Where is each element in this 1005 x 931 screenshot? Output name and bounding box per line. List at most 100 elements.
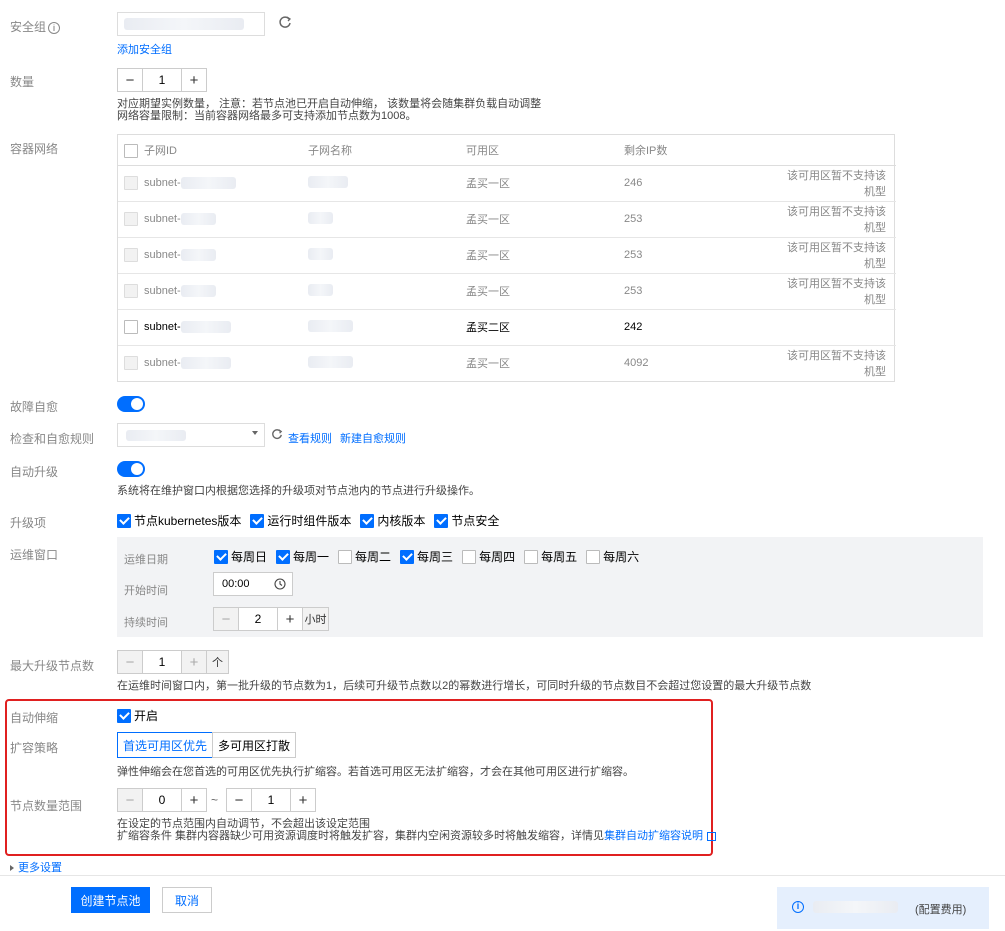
checkbox[interactable] (250, 513, 265, 528)
checkbox[interactable] (586, 549, 601, 564)
remaining-ips: 4092 (624, 357, 649, 370)
quantity-input[interactable]: 1 (142, 69, 182, 91)
table-row[interactable]: subnet- 孟买一区 253 该可用区暂不支持该机型 (118, 237, 896, 274)
checkbox[interactable] (400, 549, 415, 564)
subnet-name (308, 211, 333, 224)
auto-upgrade-hint: 系统将在维护窗口内根据您选择的升级项对节点池内的节点进行升级操作。 (117, 485, 480, 497)
checkbox[interactable] (117, 708, 131, 723)
security-group-label: 安全组 i (10, 18, 61, 35)
subnet-id: subnet- (144, 176, 181, 189)
checkbox[interactable] (434, 513, 449, 528)
zone: 孟买一区 (466, 237, 624, 274)
checkbox[interactable] (214, 549, 228, 564)
max-upgrade-stepper: − 1 + 个 (117, 650, 229, 674)
row-checkbox[interactable] (124, 320, 138, 334)
quantity-hint-2: 网络容量限制：当前容器网络最多可支持添加节点数为1008。 (117, 110, 417, 122)
day-sun[interactable]: 每周日 (214, 548, 267, 565)
refresh-icon[interactable] (271, 428, 283, 443)
quantity-minus-button[interactable]: − (118, 69, 142, 91)
scale-policy-multi-zone[interactable]: 多可用区打散 (212, 732, 296, 758)
day-tue[interactable]: 每周二 (338, 548, 391, 565)
remaining-ips: 253 (624, 201, 784, 238)
select-all-checkbox[interactable] (124, 143, 138, 158)
refresh-icon[interactable] (278, 15, 292, 32)
scale-policy-hint: 弹性伸缩会在您首选的可用区优先执行扩缩容。若首选可用区无法扩缩容，才会在其他可用… (117, 766, 634, 778)
checkbox[interactable] (276, 549, 291, 564)
node-min-input[interactable]: 0 (142, 789, 182, 811)
max-upgrade-plus-button[interactable]: + (182, 651, 206, 673)
checkbox[interactable] (524, 549, 539, 564)
upgrade-item-k8s[interactable]: 节点kubernetes版本 (117, 512, 241, 529)
autoscale-checkbox[interactable]: 开启 (117, 707, 158, 724)
range-separator: ~ (211, 793, 219, 807)
row-checkbox[interactable] (124, 176, 138, 190)
table-row[interactable]: subnet- 孟买一区 253 该可用区暂不支持该机型 (118, 201, 896, 238)
auto-upgrade-label: 自动升级 (10, 465, 59, 479)
table-row[interactable]: subnet- 孟买一区 246 该可用区暂不支持该机型 (118, 165, 896, 202)
upgrade-item-kernel[interactable]: 内核版本 (360, 512, 425, 529)
scale-policy-preferred-zone[interactable]: 首选可用区优先 (117, 732, 213, 758)
zone: 孟买一区 (466, 165, 624, 202)
duration-plus-button[interactable]: + (278, 608, 302, 630)
upgrade-item-security[interactable]: 节点安全 (434, 512, 499, 529)
view-rules-link[interactable]: 查看规则 (288, 430, 332, 446)
new-heal-rule-link[interactable]: 新建自愈规则 (340, 430, 406, 446)
checkbox[interactable] (462, 549, 477, 564)
container-network-label: 容器网络 (10, 142, 59, 156)
col-subnet-name: 子网名称 (308, 135, 466, 166)
duration-input[interactable]: 2 (238, 608, 278, 630)
zone: 孟买一区 (466, 273, 624, 310)
more-settings-toggle[interactable]: 更多设置 (10, 859, 62, 875)
subnet-id: subnet- (144, 320, 181, 333)
upgrade-item-runtime[interactable]: 运行时组件版本 (250, 512, 351, 529)
table-row[interactable]: subnet- 孟买一区 253 该可用区暂不支持该机型 (118, 273, 896, 310)
autoscale-label: 自动伸缩 (10, 711, 59, 725)
day-sat[interactable]: 每周六 (586, 548, 639, 565)
node-min-plus-button[interactable]: + (182, 789, 206, 811)
autoscale-doc-link[interactable]: 集群自动扩缩容说明 (604, 830, 703, 842)
row-checkbox[interactable] (124, 356, 138, 371)
checkbox[interactable] (360, 513, 375, 528)
security-group-select[interactable] (117, 12, 265, 36)
auto-upgrade-toggle[interactable] (117, 461, 145, 477)
subnet-name (308, 175, 348, 188)
duration-minus-button[interactable]: − (214, 608, 238, 630)
start-time-label: 开始时间 (124, 585, 168, 597)
create-node-pool-button[interactable]: 创建节点池 (71, 887, 150, 913)
checkbox[interactable] (117, 513, 131, 528)
row-checkbox[interactable] (124, 248, 138, 262)
row-note (784, 309, 896, 346)
max-upgrade-minus-button[interactable]: − (118, 651, 142, 673)
duration-label: 持续时间 (124, 617, 168, 629)
max-upgrade-input[interactable]: 1 (142, 651, 182, 673)
row-note: 该可用区暂不支持该机型 (784, 165, 896, 202)
remaining-ips: 253 (624, 237, 784, 274)
table-row[interactable]: subnet- 孟买二区 242 (118, 309, 896, 346)
checkbox[interactable] (338, 549, 353, 564)
start-time-picker[interactable]: 00:00 (213, 572, 293, 596)
row-checkbox[interactable] (124, 284, 138, 298)
heal-rule-select[interactable] (117, 423, 265, 447)
day-thu[interactable]: 每周四 (462, 548, 515, 565)
quantity-plus-button[interactable]: + (182, 69, 206, 91)
node-max-input[interactable]: 1 (251, 789, 291, 811)
node-max-plus-button[interactable]: + (291, 789, 315, 811)
node-max-minus-button[interactable]: − (227, 789, 251, 811)
info-circle-icon[interactable]: i (48, 22, 61, 34)
row-note: 该可用区暂不支持该机型 (784, 237, 896, 274)
day-fri[interactable]: 每周五 (524, 548, 577, 565)
row-note: 该可用区暂不支持该机型 (784, 273, 896, 310)
max-upgrade-hint: 在运维时间窗口内，第一批升级的节点数为1，后续可升级节点数以2的幂数进行增长，可… (117, 680, 812, 692)
self-heal-toggle[interactable] (117, 396, 145, 412)
day-mon[interactable]: 每周一 (276, 548, 329, 565)
maint-window-label: 运维窗口 (10, 548, 59, 562)
add-security-group-link[interactable]: 添加安全组 (117, 41, 172, 57)
row-checkbox[interactable] (124, 212, 138, 226)
row-note: 该可用区暂不支持该机型 (787, 350, 886, 379)
day-wed[interactable]: 每周三 (400, 548, 453, 565)
table-row[interactable]: subnet- 孟买一区 4092 该可用区暂不支持该机型 (118, 345, 896, 381)
subnet-table-header: 子网ID 子网名称 可用区 剩余IP数 (118, 135, 896, 166)
subnet-name (308, 319, 353, 332)
node-min-minus-button[interactable]: − (118, 789, 142, 811)
cancel-button[interactable]: 取消 (162, 887, 212, 913)
